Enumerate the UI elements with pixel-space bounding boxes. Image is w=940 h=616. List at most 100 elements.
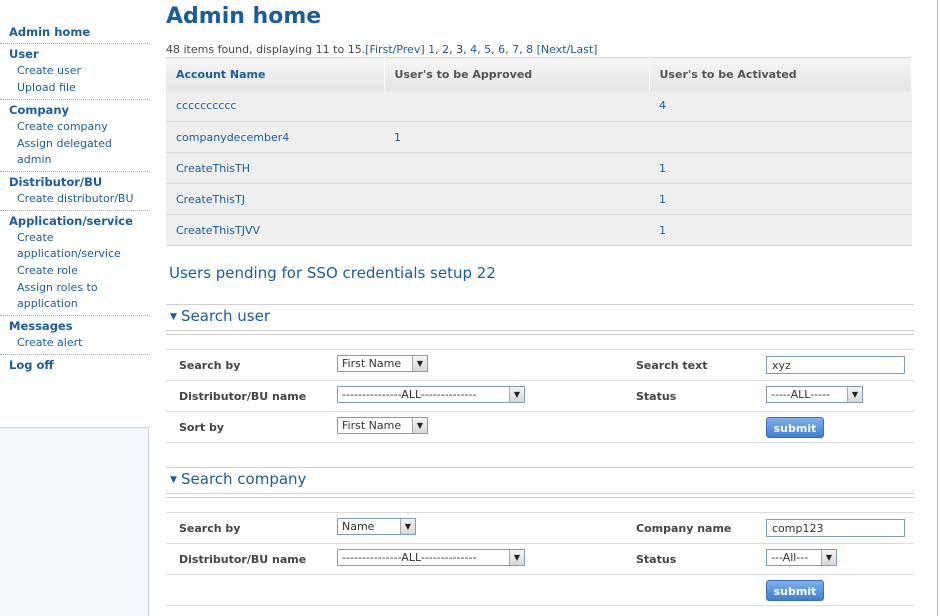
approve-count[interactable]	[384, 152, 649, 184]
company-status-select[interactable]: ---All--- ▼	[766, 549, 837, 566]
sidebar-link-create-role[interactable]: Create role	[9, 263, 139, 279]
label-distributor: Distributor/BU name	[166, 380, 337, 412]
table-row: CreateThisTJ 1	[166, 183, 912, 215]
sort-by-select[interactable]: First Name ▼	[337, 417, 428, 434]
search-by-select[interactable]: First Name ▼	[337, 355, 428, 372]
account-name-link[interactable]: CreateThisTJ	[166, 183, 384, 215]
sidebar-link-assign-roles[interactable]: Assign roles to application	[9, 280, 139, 312]
sidebar-heading-user: User	[9, 47, 39, 61]
sidebar-link-assign-delegated-admin[interactable]: Assign delegated admin	[9, 136, 139, 168]
table-row: CreateThisTJVV 1	[166, 214, 912, 246]
sidebar-link-text: application	[17, 297, 78, 310]
account-name-link[interactable]: CreateThisTH	[166, 152, 384, 184]
chevron-down-icon: ▼	[821, 550, 836, 565]
pager-page-current: 3	[456, 43, 464, 56]
search-company-submit-button[interactable]: submit	[766, 579, 824, 601]
company-search-by-select[interactable]: Name ▼	[337, 518, 416, 535]
select-value: ---------------ALL--------------	[342, 388, 477, 401]
column-header-users-to-approve: User's to be Approved	[384, 57, 650, 91]
sidebar-link-create-distributor[interactable]: Create distributor/BU	[9, 191, 139, 207]
sidebar-link-log-off[interactable]: Log off	[9, 358, 139, 373]
approve-count[interactable]: 1	[384, 121, 649, 153]
sso-pending-link[interactable]: Users pending for SSO credentials setup …	[169, 264, 496, 282]
search-user-header[interactable]: ▼ Search user	[166, 304, 914, 331]
pager-page-8[interactable]: 8	[526, 43, 533, 56]
pager-summary: 48 items found, displaying 11 to 15.	[166, 43, 366, 56]
approve-count[interactable]	[384, 183, 649, 215]
sidebar-link-create-alert[interactable]: Create alert	[9, 335, 139, 351]
select-value: ---------------ALL--------------	[342, 551, 477, 564]
select-value: First Name	[342, 419, 402, 432]
search-company-header[interactable]: ▼ Search company	[166, 467, 914, 494]
sidebar-section-company: Company Create company Assign delegated …	[0, 100, 148, 172]
search-text-input[interactable]	[766, 356, 905, 374]
company-distributor-select[interactable]: ---------------ALL-------------- ▼	[337, 549, 525, 566]
table-row: CreateThisTH 1	[166, 152, 912, 184]
pager-page-4[interactable]: 4	[470, 43, 477, 56]
label-search-by: Search by	[166, 349, 337, 381]
search-company-form: Search by Name ▼ Company name Distributo…	[166, 512, 914, 606]
table-row: cccccccccc 4	[166, 90, 912, 122]
pager-page-1[interactable]: 1	[428, 43, 435, 56]
sidebar-link-text: Assign roles to	[17, 281, 98, 294]
pager-page-7[interactable]: 7	[512, 43, 519, 56]
triangle-down-icon: ▼	[170, 475, 177, 485]
label-sort-by: Sort by	[166, 411, 337, 443]
sidebar-nav: Admin home User Create user Upload file …	[0, 22, 148, 376]
select-value: ---All---	[771, 551, 809, 564]
activate-count[interactable]: 1	[649, 214, 912, 246]
search-user-title: Search user	[181, 307, 271, 325]
triangle-down-icon: ▼	[170, 312, 177, 322]
sidebar-link-create-application[interactable]: Create application/service	[9, 230, 139, 262]
pager: 48 items found, displaying 11 to 15.[Fir…	[166, 43, 598, 56]
approve-count[interactable]	[384, 214, 649, 246]
select-value: First Name	[342, 357, 402, 370]
pager-page-6[interactable]: 6	[498, 43, 505, 56]
chevron-down-icon: ▼	[412, 418, 427, 433]
pager-next-last-link[interactable]: [Next/Last]	[537, 43, 598, 56]
accounts-table: Account Name User's to be Approved User'…	[166, 57, 912, 246]
label-status: Status	[623, 543, 766, 575]
account-name-link[interactable]: cccccccccc	[166, 90, 384, 122]
page-title: Admin home	[166, 4, 322, 29]
activate-count[interactable]: 4	[649, 90, 912, 122]
search-user-form: Search by First Name ▼ Search text Distr…	[166, 349, 914, 443]
sidebar: Admin home User Create user Upload file …	[0, 0, 149, 616]
chevron-down-icon: ▼	[509, 550, 524, 565]
sidebar-heading-application: Application/service	[9, 214, 133, 228]
distributor-select[interactable]: ---------------ALL-------------- ▼	[337, 386, 525, 403]
sidebar-link-upload-file[interactable]: Upload file	[9, 80, 139, 96]
column-header-account-name[interactable]: Account Name	[166, 57, 385, 91]
approve-count[interactable]	[384, 90, 649, 122]
sidebar-section-messages: Messages Create alert	[0, 316, 148, 355]
sidebar-link-text: admin	[17, 153, 52, 166]
divider	[166, 334, 914, 335]
account-name-link[interactable]: CreateThisTJVV	[166, 214, 384, 246]
chevron-down-icon: ▼	[847, 387, 862, 402]
divider	[166, 497, 914, 498]
pager-page-5[interactable]: 5	[484, 43, 491, 56]
sidebar-link-admin-home[interactable]: Admin home	[9, 25, 139, 40]
account-name-link[interactable]: companydecember4	[166, 121, 384, 153]
label-status: Status	[623, 380, 766, 412]
sidebar-link-create-company[interactable]: Create company	[9, 119, 139, 135]
search-user-submit-button[interactable]: submit	[766, 416, 824, 438]
table-row: companydecember4 1	[166, 121, 912, 153]
label-search-text: Search text	[623, 349, 766, 381]
activate-count[interactable]: 1	[649, 152, 912, 184]
chevron-down-icon: ▼	[412, 356, 427, 371]
sidebar-section-user: User Create user Upload file	[0, 44, 148, 100]
status-select[interactable]: -----ALL----- ▼	[766, 386, 863, 403]
sidebar-heading-company: Company	[9, 103, 69, 117]
sidebar-section-distributor: Distributor/BU Create distributor/BU	[0, 172, 148, 211]
activate-count[interactable]: 1	[649, 183, 912, 215]
select-value: Name	[342, 520, 375, 533]
chevron-down-icon: ▼	[400, 519, 415, 534]
sidebar-link-create-user[interactable]: Create user	[9, 63, 139, 79]
pager-first-prev-link[interactable]: [First/Prev]	[365, 43, 424, 56]
pager-page-2[interactable]: 2	[442, 43, 449, 56]
company-name-input[interactable]	[766, 519, 905, 537]
sidebar-heading-distributor: Distributor/BU	[9, 175, 103, 189]
table-header-row: Account Name User's to be Approved User'…	[166, 57, 912, 91]
activate-count[interactable]	[649, 121, 912, 153]
